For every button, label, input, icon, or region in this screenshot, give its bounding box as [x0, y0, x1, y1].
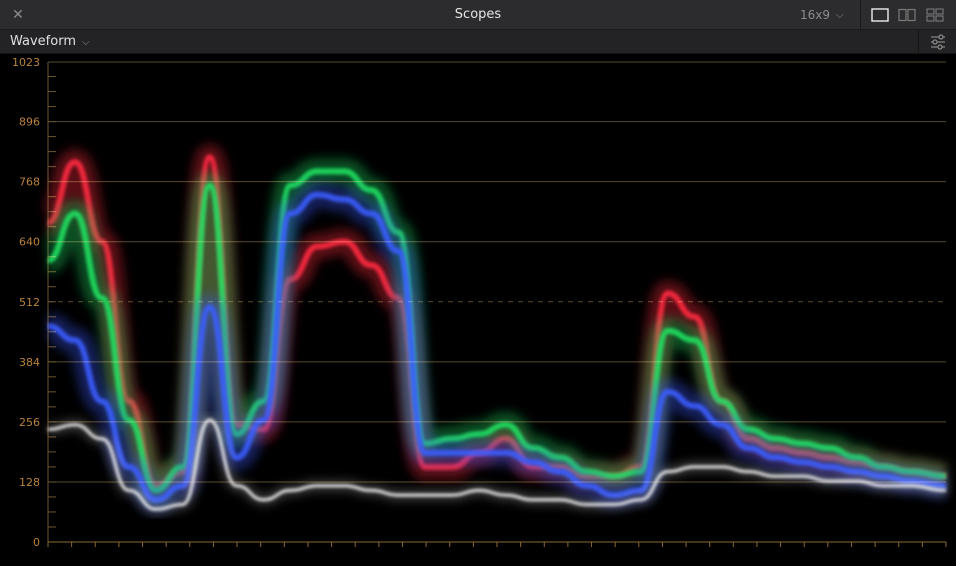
y-tick-label: 768 [19, 176, 40, 189]
y-tick-label: 512 [19, 296, 40, 309]
y-tick-label: 1023 [12, 56, 40, 69]
settings-sliders-icon [931, 34, 945, 50]
chevron-down-icon: ⌵ [82, 37, 90, 48]
scope-type-label: Waveform [10, 34, 76, 49]
waveform-scope: 1023 896 768 640 512 384 256 128 0 [0, 54, 956, 566]
dual-view-icon[interactable] [898, 8, 916, 22]
x-axis [47, 541, 947, 547]
quad-view-icon[interactable] [926, 8, 944, 22]
y-tick-label: 256 [19, 416, 40, 429]
layout-switcher [860, 0, 956, 30]
close-icon: ✕ [12, 7, 24, 23]
single-view-icon[interactable] [871, 8, 889, 22]
scope-settings-button[interactable] [918, 30, 956, 54]
y-axis-labels: 1023 896 768 640 512 384 256 128 0 [12, 56, 40, 549]
y-tick-label: 128 [19, 476, 40, 489]
y-tick-label: 640 [19, 236, 40, 249]
y-tick-label: 0 [33, 536, 40, 549]
waveform-chart: 1023 896 768 640 512 384 256 128 0 [12, 56, 947, 549]
waveform-traces [40, 144, 947, 515]
scope-type-dropdown[interactable]: Waveform ⌵ [10, 30, 90, 54]
scope-toolbar: Waveform ⌵ [0, 30, 956, 54]
title-bar: ✕ Scopes 16x9 ⌵ [0, 0, 956, 30]
chevron-down-icon: ⌵ [836, 10, 844, 21]
y-tick-label: 384 [19, 356, 40, 369]
aspect-ratio-dropdown[interactable]: 16x9 ⌵ [800, 0, 844, 30]
close-button[interactable]: ✕ [8, 5, 28, 25]
y-tick-label: 896 [19, 116, 40, 129]
aspect-ratio-label: 16x9 [800, 8, 831, 22]
